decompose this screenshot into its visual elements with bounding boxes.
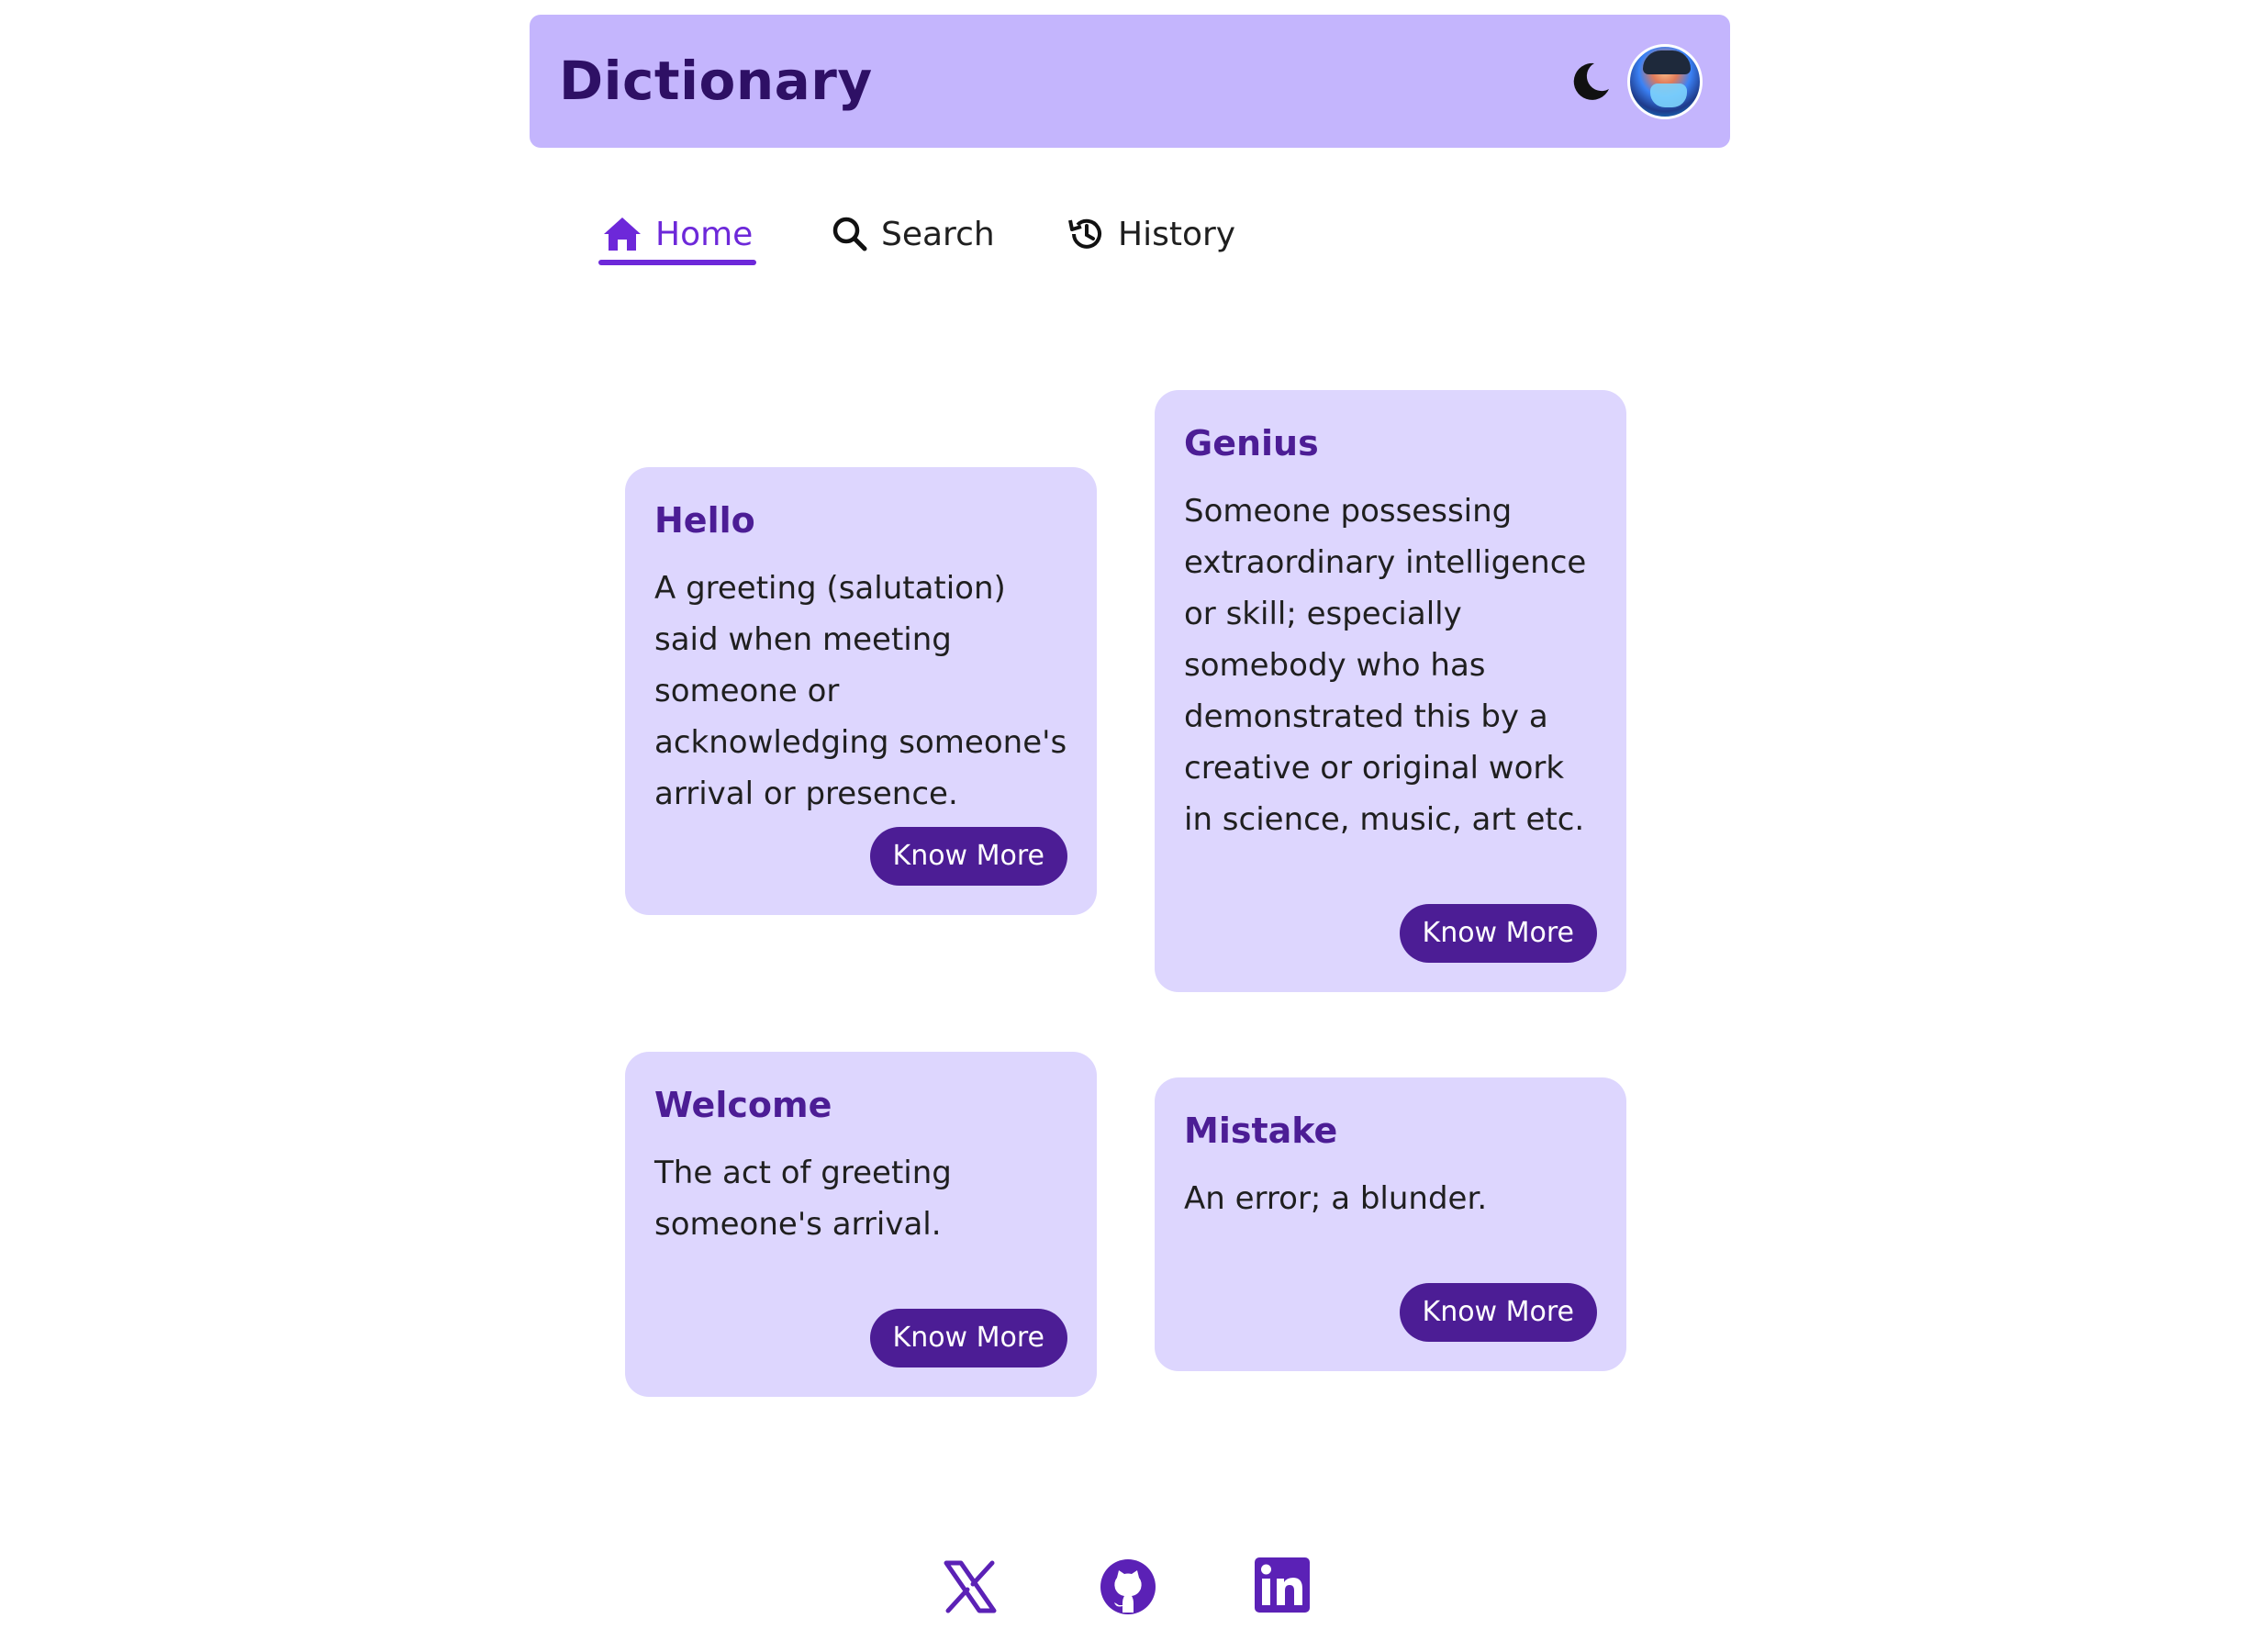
word-card-welcome: Welcome The act of greeting someone's ar… xyxy=(625,1052,1097,1397)
card-definition: A greeting (salutation) said when meetin… xyxy=(654,569,1067,812)
tab-search-label: Search xyxy=(881,215,995,253)
active-tab-indicator xyxy=(598,260,756,265)
tab-history[interactable]: History xyxy=(1067,204,1235,264)
user-avatar[interactable] xyxy=(1627,44,1703,119)
tab-home-label: Home xyxy=(655,215,754,253)
word-card-mistake: Mistake An error; a blunder. Know More xyxy=(1155,1077,1626,1371)
word-card-hello: Hello A greeting (salutation) said when … xyxy=(625,467,1097,915)
x-twitter-icon[interactable] xyxy=(941,1557,1000,1616)
card-definition: Someone possessing extraordinary intelli… xyxy=(1184,492,1587,838)
moon-icon[interactable] xyxy=(1567,58,1614,106)
know-more-button[interactable]: Know More xyxy=(869,1309,1067,1367)
home-icon xyxy=(604,218,641,251)
search-icon xyxy=(832,217,867,251)
tab-history-label: History xyxy=(1118,215,1236,253)
page: Dictionary Home Search History Hello A g… xyxy=(0,0,2245,1652)
history-icon xyxy=(1068,218,1101,249)
app-title: Dictionary xyxy=(559,50,873,112)
tab-home[interactable]: Home xyxy=(602,204,753,264)
tab-search[interactable]: Search xyxy=(832,204,995,264)
linkedin-icon[interactable] xyxy=(1255,1557,1313,1616)
card-definition: An error; a blunder. xyxy=(1184,1179,1488,1217)
card-word: Mistake xyxy=(1184,1111,1338,1151)
card-word: Genius xyxy=(1184,423,1319,463)
know-more-button[interactable]: Know More xyxy=(869,827,1067,886)
app-header: Dictionary xyxy=(530,15,1730,148)
word-card-genius: Genius Someone possessing extraordinary … xyxy=(1155,390,1626,992)
card-word: Hello xyxy=(654,500,755,541)
card-word: Welcome xyxy=(654,1085,832,1125)
card-definition: The act of greeting someone's arrival. xyxy=(654,1154,952,1243)
know-more-button[interactable]: Know More xyxy=(1399,1283,1597,1342)
know-more-button[interactable]: Know More xyxy=(1399,904,1597,963)
github-icon[interactable] xyxy=(1099,1557,1157,1616)
